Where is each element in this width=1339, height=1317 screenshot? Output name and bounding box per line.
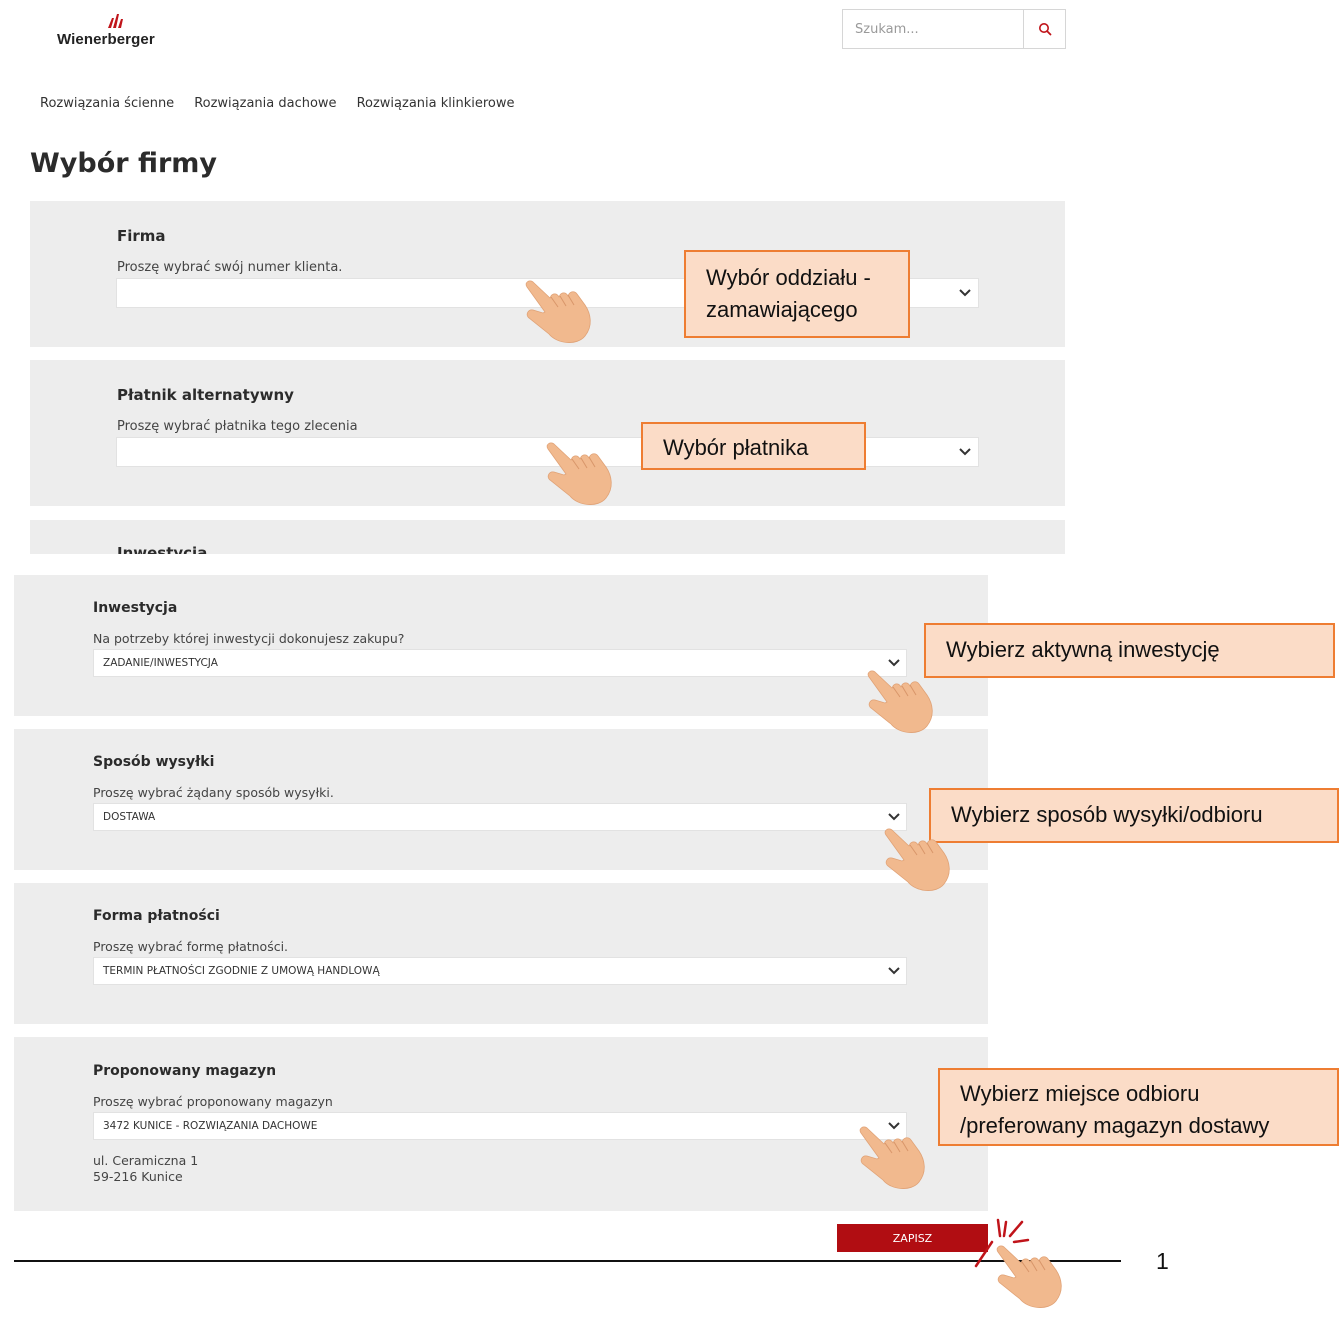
page-title: Wybór firmy bbox=[30, 148, 218, 179]
wysylka-panel: Sposób wysyłki Proszę wybrać żądany spos… bbox=[14, 729, 988, 870]
nav-item-wall[interactable]: Rozwiązania ścienne bbox=[40, 96, 174, 111]
platnik-title: Płatnik alternatywny bbox=[117, 386, 294, 404]
logo-text: Wienerberger bbox=[57, 31, 155, 48]
callout-magazyn-line2: /preferowany magazyn dostawy bbox=[960, 1113, 1270, 1138]
wysylka-subtitle: Proszę wybrać żądany sposób wysyłki. bbox=[93, 785, 334, 800]
callout-oddzial-line2: zamawiającego bbox=[706, 297, 858, 322]
platnosc-subtitle: Proszę wybrać formę płatności. bbox=[93, 939, 289, 954]
inwestycja-panel-cut: Inwestycja bbox=[30, 520, 1065, 554]
pointing-hand-icon bbox=[878, 820, 958, 900]
magazyn-subtitle: Proszę wybrać proponowany magazyn bbox=[93, 1094, 333, 1109]
callout-wysylka-text: Wybierz sposób wysyłki/odbioru bbox=[951, 802, 1263, 827]
search-input[interactable] bbox=[843, 10, 1025, 48]
chevron-down-icon bbox=[888, 967, 900, 975]
search-box bbox=[842, 9, 1066, 49]
inwestycja-select-value: ZADANIE/INWESTYCJA bbox=[103, 657, 218, 669]
magazyn-address-line1: ul. Ceramiczna 1 bbox=[93, 1153, 199, 1168]
inwestycja-select[interactable]: ZADANIE/INWESTYCJA bbox=[93, 649, 907, 677]
nav-item-clinker[interactable]: Rozwiązania klinkierowe bbox=[357, 96, 515, 111]
callout-platnik-text: Wybór płatnika bbox=[663, 435, 809, 460]
callout-oddzial: Wybór oddziału - zamawiającego bbox=[684, 250, 910, 338]
wysylka-select[interactable]: DOSTAWA bbox=[93, 803, 907, 831]
search-button[interactable] bbox=[1023, 10, 1065, 48]
pointing-hand-icon bbox=[540, 434, 620, 514]
callout-wysylka: Wybierz sposób wysyłki/odbioru bbox=[929, 788, 1339, 843]
save-button[interactable]: ZAPISZ bbox=[837, 1224, 988, 1252]
wysylka-select-value: DOSTAWA bbox=[103, 811, 156, 823]
callout-platnik: Wybór płatnika bbox=[641, 422, 866, 470]
wienerberger-logo[interactable]: Wienerberger bbox=[57, 10, 187, 50]
callout-oddzial-line1: Wybór oddziału - bbox=[706, 265, 871, 290]
nav-item-roof[interactable]: Rozwiązania dachowe bbox=[194, 96, 336, 111]
search-icon bbox=[1038, 23, 1051, 36]
inwestycja-cut-title: Inwestycja bbox=[117, 544, 208, 554]
callout-magazyn: Wybierz miejsce odbioru /preferowany mag… bbox=[938, 1068, 1339, 1146]
platnik-subtitle: Proszę wybrać płatnika tego zlecenia bbox=[117, 419, 358, 434]
magazyn-address: ul. Ceramiczna 1 59-216 Kunice bbox=[93, 1153, 198, 1185]
inwestycja-title: Inwestycja bbox=[93, 600, 178, 616]
platnosc-select[interactable]: TERMIN PŁATNOŚCI ZGODNIE Z UMOWĄ HANDLOW… bbox=[93, 957, 907, 985]
platnosc-select-value: TERMIN PŁATNOŚCI ZGODNIE Z UMOWĄ HANDLOW… bbox=[103, 965, 380, 977]
footer-divider bbox=[14, 1260, 1121, 1262]
inwestycja-subtitle: Na potrzeby której inwestycji dokonujesz… bbox=[93, 631, 405, 646]
chevron-down-icon bbox=[959, 289, 971, 297]
inwestycja-panel: Inwestycja Na potrzeby której inwestycji… bbox=[14, 575, 988, 716]
wysylka-title: Sposób wysyłki bbox=[93, 754, 215, 770]
platnosc-title: Forma płatności bbox=[93, 908, 220, 924]
platnosc-panel: Forma płatności Proszę wybrać formę płat… bbox=[14, 883, 988, 1024]
firma-subtitle: Proszę wybrać swój numer klienta. bbox=[117, 260, 343, 275]
callout-inwestycja: Wybierz aktywną inwestycję bbox=[924, 623, 1335, 678]
magazyn-title: Proponowany magazyn bbox=[93, 1063, 277, 1079]
magazyn-address-line2: 59-216 Kunice bbox=[93, 1169, 183, 1184]
chevron-down-icon bbox=[959, 448, 971, 456]
pointing-hand-icon bbox=[853, 1118, 933, 1198]
callout-inwestycja-text: Wybierz aktywną inwestycję bbox=[946, 637, 1220, 662]
firma-title: Firma bbox=[117, 227, 166, 245]
magazyn-select[interactable]: 3472 KUNICE - ROZWIĄZANIA DACHOWE bbox=[93, 1112, 907, 1140]
logo-mark-icon bbox=[108, 14, 123, 28]
magazyn-select-value: 3472 KUNICE - ROZWIĄZANIA DACHOWE bbox=[103, 1120, 318, 1132]
click-burst-icon bbox=[974, 1218, 1030, 1268]
pointing-hand-icon bbox=[861, 662, 941, 742]
main-nav: Rozwiązania ścienne Rozwiązania dachowe … bbox=[40, 96, 515, 111]
page-number: 1 bbox=[1156, 1248, 1169, 1274]
pointing-hand-icon bbox=[519, 272, 599, 352]
magazyn-panel: Proponowany magazyn Proszę wybrać propon… bbox=[14, 1037, 988, 1211]
callout-magazyn-line1: Wybierz miejsce odbioru bbox=[960, 1081, 1200, 1106]
